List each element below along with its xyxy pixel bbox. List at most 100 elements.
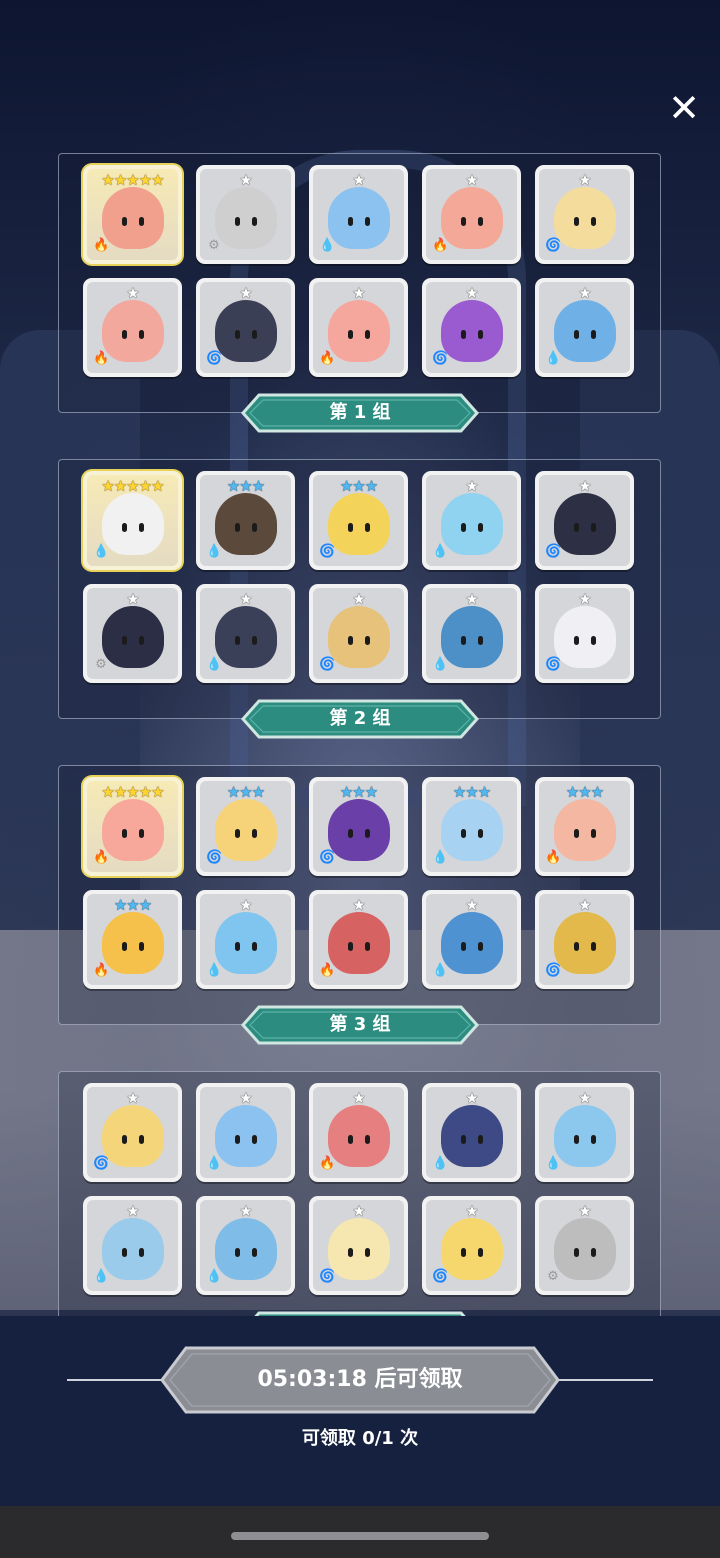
wind-element-icon: 🌀 bbox=[545, 238, 562, 253]
hero-card[interactable]: ★ 🌀 bbox=[309, 1196, 408, 1295]
hero-card[interactable]: ★ ⚙ bbox=[83, 584, 182, 683]
hero-card[interactable]: ★★★ 🌀 bbox=[309, 471, 408, 570]
fire-element-icon: 🔥 bbox=[93, 963, 110, 978]
group-label: 第 3 组 bbox=[329, 1014, 391, 1035]
hero-portrait: ★ ⚙ bbox=[200, 169, 291, 260]
hero-card[interactable]: ★ 🌀 bbox=[309, 584, 408, 683]
hero-portrait: ★★★ 💧 bbox=[200, 475, 291, 566]
star-rating: ★ bbox=[126, 1089, 139, 1107]
hero-eye bbox=[460, 942, 466, 952]
hero-card[interactable]: ★ 💧 bbox=[83, 1196, 182, 1295]
star-rating: ★★★★★ bbox=[101, 171, 164, 189]
hero-card[interactable]: ★ 🔥 bbox=[83, 278, 182, 377]
hero-card[interactable]: ★ 💧 bbox=[422, 890, 521, 989]
hero-eye bbox=[460, 1248, 466, 1258]
hero-card[interactable]: ★ ⚙ bbox=[196, 165, 295, 264]
hero-avatar bbox=[327, 187, 390, 250]
hero-card[interactable]: ★★★★★ 🔥 bbox=[83, 777, 182, 876]
hero-eye bbox=[121, 636, 127, 646]
hero-card[interactable]: ★ 💧 bbox=[196, 1083, 295, 1182]
hero-group-list[interactable]: ★★★★★ 🔥 ★ ⚙ ★ 💧 ★ 🔥 ★ 🌀 ★ 🔥 ★ 🌀 ★ 🔥 ★ 🌀 ★ 💧 第 1 组 ★★★★★ 💧 ★★★ 💧 ★… bbox=[0, 150, 720, 1316]
hero-avatar bbox=[327, 1218, 390, 1281]
hero-eye bbox=[364, 523, 370, 533]
hero-eye bbox=[347, 1135, 353, 1145]
hero-card[interactable]: ★ 🔥 bbox=[309, 890, 408, 989]
hero-card[interactable]: ★ 💧 bbox=[196, 890, 295, 989]
home-indicator[interactable] bbox=[231, 1532, 489, 1540]
hero-card[interactable]: ★ 💧 bbox=[309, 165, 408, 264]
hero-card[interactable]: ★ 💧 bbox=[422, 471, 521, 570]
hero-group-4: ★ 🌀 ★ 💧 ★ 🔥 ★ 💧 ★ 💧 ★ 💧 ★ 💧 ★ 🌀 ★ 🌀 ★ ⚙ bbox=[58, 1071, 661, 1316]
hero-avatar bbox=[214, 912, 277, 975]
hero-eye bbox=[251, 523, 257, 533]
hero-avatar bbox=[214, 187, 277, 250]
hero-card[interactable]: ★ 🌀 bbox=[535, 584, 634, 683]
hero-card[interactable]: ★ 🔥 bbox=[422, 165, 521, 264]
hero-card[interactable]: ★★★ 💧 bbox=[196, 471, 295, 570]
hero-eye bbox=[138, 217, 144, 227]
hero-card[interactable]: ★★★ 🔥 bbox=[83, 890, 182, 989]
hero-card[interactable]: ★ 💧 bbox=[535, 1083, 634, 1182]
hero-card[interactable]: ★ 🌀 bbox=[196, 278, 295, 377]
hero-eye bbox=[573, 942, 579, 952]
hero-card[interactable]: ★★★ 🌀 bbox=[309, 777, 408, 876]
hero-card[interactable]: ★★★★★ 💧 bbox=[83, 471, 182, 570]
hero-card[interactable]: ★ 🌀 bbox=[422, 278, 521, 377]
hero-card[interactable]: ★ 🔥 bbox=[309, 278, 408, 377]
hero-card[interactable]: ★ 💧 bbox=[196, 1196, 295, 1295]
fire-element-icon: 🔥 bbox=[319, 963, 336, 978]
hero-eye bbox=[347, 1248, 353, 1258]
hero-avatar bbox=[101, 912, 164, 975]
hero-portrait: ★ 🌀 bbox=[200, 282, 291, 373]
star-rating: ★ bbox=[578, 590, 591, 608]
hero-card[interactable]: ★ 🌀 bbox=[83, 1083, 182, 1182]
close-button[interactable]: ✕ bbox=[664, 88, 704, 128]
hero-avatar bbox=[214, 1105, 277, 1168]
divider-right bbox=[553, 1379, 653, 1381]
hero-card[interactable]: ★★★ 🌀 bbox=[196, 777, 295, 876]
hero-portrait: ★ 🔥 bbox=[313, 894, 404, 985]
hero-portrait: ★★★ 💧 bbox=[426, 781, 517, 872]
hero-card[interactable]: ★ ⚙ bbox=[535, 1196, 634, 1295]
hero-avatar bbox=[327, 799, 390, 862]
hero-card[interactable]: ★ 💧 bbox=[535, 278, 634, 377]
hero-card[interactable]: ★ 🌀 bbox=[535, 890, 634, 989]
hero-eye bbox=[590, 217, 596, 227]
fire-element-icon: 🔥 bbox=[93, 238, 110, 253]
fire-element-icon: 🔥 bbox=[319, 1156, 336, 1171]
hero-card[interactable]: ★ 💧 bbox=[422, 1083, 521, 1182]
dark-element-icon: 🌀 bbox=[319, 850, 336, 865]
wind-element-icon: 🌀 bbox=[206, 850, 223, 865]
hero-card[interactable]: ★ 🌀 bbox=[535, 165, 634, 264]
hero-avatar bbox=[327, 300, 390, 363]
hero-card[interactable]: ★ 💧 bbox=[196, 584, 295, 683]
star-rating: ★ bbox=[352, 171, 365, 189]
hero-eye bbox=[590, 1135, 596, 1145]
hero-card[interactable]: ★★★ 💧 bbox=[422, 777, 521, 876]
hero-avatar bbox=[101, 493, 164, 556]
hero-portrait: ★★★ 🔥 bbox=[87, 894, 178, 985]
hero-eye bbox=[251, 217, 257, 227]
claim-button[interactable]: 05:03:18 后可领取 bbox=[160, 1346, 560, 1414]
wind-element-icon: 🌀 bbox=[545, 963, 562, 978]
hero-card[interactable]: ★ 🌀 bbox=[422, 1196, 521, 1295]
hero-avatar bbox=[101, 187, 164, 250]
hero-eye bbox=[234, 523, 240, 533]
hero-portrait: ★ 💧 bbox=[200, 588, 291, 679]
hero-card[interactable]: ★ 🌀 bbox=[535, 471, 634, 570]
hero-card[interactable]: ★★★★★ 🔥 bbox=[83, 165, 182, 264]
hero-avatar bbox=[553, 187, 616, 250]
hero-portrait: ★ 🌀 bbox=[426, 282, 517, 373]
hero-card[interactable]: ★★★ 🔥 bbox=[535, 777, 634, 876]
hero-avatar bbox=[440, 1105, 503, 1168]
hero-avatar bbox=[553, 799, 616, 862]
hero-card[interactable]: ★ 💧 bbox=[422, 584, 521, 683]
water-element-icon: 💧 bbox=[432, 1156, 449, 1171]
hero-card[interactable]: ★ 🔥 bbox=[309, 1083, 408, 1182]
hero-eye bbox=[364, 330, 370, 340]
wind-element-icon: 🌀 bbox=[432, 1269, 449, 1284]
hero-eye bbox=[590, 523, 596, 533]
hero-eye bbox=[234, 1248, 240, 1258]
star-rating: ★ bbox=[465, 1089, 478, 1107]
hero-eye bbox=[364, 1135, 370, 1145]
